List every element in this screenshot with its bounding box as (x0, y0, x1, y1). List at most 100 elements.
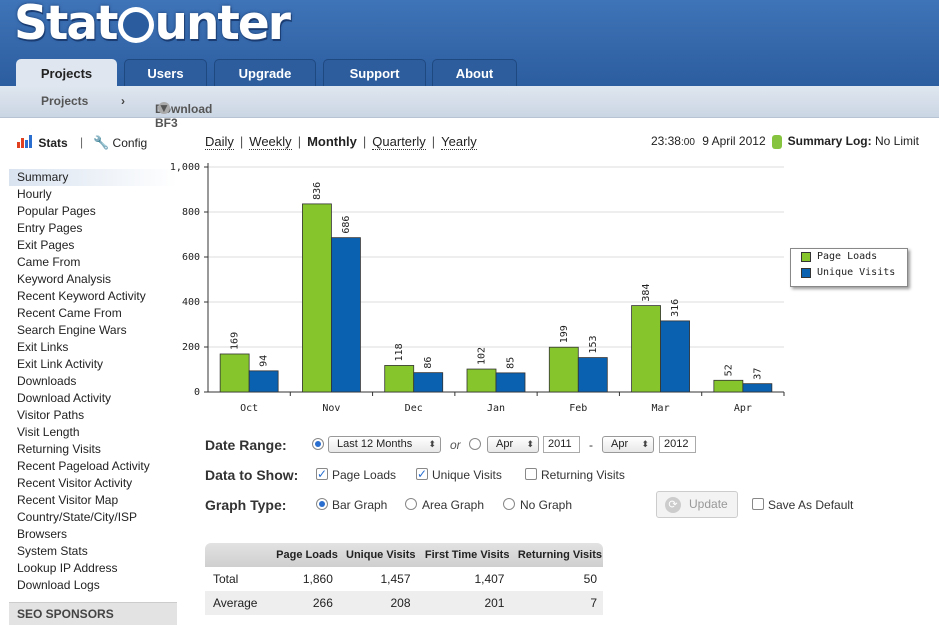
chevron-down-icon[interactable]: ▼ (158, 102, 170, 114)
from-month-select[interactable]: Apr (487, 436, 539, 453)
stats-link[interactable]: Stats (17, 135, 68, 150)
period-weekly[interactable]: Weekly (249, 134, 292, 150)
data-label: 384 (641, 284, 652, 302)
sidebar-item-recent-pageload-activity[interactable]: Recent Pageload Activity (9, 458, 177, 475)
sidebar-item-exit-pages[interactable]: Exit Pages (9, 237, 177, 254)
sidebar-item-entry-pages[interactable]: Entry Pages (9, 220, 177, 237)
period-yearly[interactable]: Yearly (441, 134, 477, 150)
period-monthly[interactable]: Monthly (307, 134, 357, 149)
sidebar-item-summary[interactable]: Summary (9, 169, 177, 186)
sidebar-item-recent-visitor-map[interactable]: Recent Visitor Map (9, 492, 177, 509)
stats-label: Stats (38, 136, 68, 150)
breadcrumb-separator: › (121, 94, 125, 108)
sidebar-item-search-engine-wars[interactable]: Search Engine Wars (9, 322, 177, 339)
summary-log-label: Summary Log: (787, 134, 872, 148)
bar-page-loads (631, 305, 661, 393)
date-range-select[interactable]: Last 12 Months (328, 436, 441, 453)
refresh-icon: ⟳ (665, 497, 681, 513)
sidebar-item-lookup-ip-address[interactable]: Lookup IP Address (9, 560, 177, 577)
to-month-select[interactable]: Apr (602, 436, 654, 453)
returning-visits-option-label: Returning Visits (541, 468, 625, 482)
sidebar-item-exit-link-activity[interactable]: Exit Link Activity (9, 356, 177, 373)
sidebar-item-download-activity[interactable]: Download Activity (9, 390, 177, 407)
from-year-input[interactable]: 2011 (543, 436, 580, 453)
sidebar-item-downloads[interactable]: Downloads (9, 373, 177, 390)
sidebar-item-visitor-paths[interactable]: Visitor Paths (9, 407, 177, 424)
returning-visits-checkbox[interactable] (525, 468, 537, 480)
logo-globe-icon (117, 7, 154, 43)
tab-about[interactable]: About (432, 59, 517, 86)
sidebar-item-hourly[interactable]: Hourly (9, 186, 177, 203)
sidebar-item-download-logs[interactable]: Download Logs (9, 577, 177, 594)
sidebar-item-popular-pages[interactable]: Popular Pages (9, 203, 177, 220)
period-selector: Daily | Weekly | Monthly | Quarterly | Yearly (205, 134, 477, 150)
bar-graph-label: Bar Graph (332, 498, 388, 512)
no-graph-radio[interactable] (503, 498, 515, 510)
sidebar-item-recent-visitor-activity[interactable]: Recent Visitor Activity (9, 475, 177, 492)
page-loads-checkbox[interactable]: ✓ (316, 468, 328, 480)
bar-chart-icon (17, 135, 32, 148)
sidebar-item-keyword-analysis[interactable]: Keyword Analysis (9, 271, 177, 288)
y-tick-label: 0 (194, 387, 200, 398)
save-default-checkbox[interactable] (752, 498, 764, 510)
table-cell: 201 (416, 591, 511, 615)
tab-users[interactable]: Users (124, 59, 207, 86)
sidebar-item-visit-length[interactable]: Visit Length (9, 424, 177, 441)
data-label: 37 (752, 368, 763, 380)
tab-projects[interactable]: Projects (16, 59, 117, 86)
sidebar-item-recent-came-from[interactable]: Recent Came From (9, 305, 177, 322)
date-range-preset-radio[interactable] (312, 438, 324, 450)
sidebar-item-came-from[interactable]: Came From (9, 254, 177, 271)
period-separator: | (297, 134, 302, 149)
period-quarterly[interactable]: Quarterly (372, 134, 426, 150)
graph-type-label: Graph Type: (205, 497, 287, 513)
breadcrumb: Projects › Download BF3 ▼ (0, 86, 939, 130)
table-header-page-loads: Page Loads (271, 543, 339, 567)
y-tick-label: 200 (182, 342, 200, 353)
table-cell: Average (205, 591, 272, 615)
bar-page-loads (466, 368, 497, 393)
current-date: 9 April 2012 (702, 134, 766, 148)
bar-unique-visits (660, 320, 690, 393)
sidebar-item-browsers[interactable]: Browsers (9, 526, 177, 543)
legend-label-unique-visits: Unique Visits (817, 267, 896, 278)
config-link[interactable]: 🔧 Config (93, 135, 147, 151)
summary-table: Page Loads Unique Visits First Time Visits… (205, 543, 603, 615)
date-range-custom-radio[interactable] (469, 438, 481, 450)
sidebar-divider: | (80, 135, 84, 149)
x-tick-label: Dec (405, 403, 423, 414)
current-time: 23:38 (650, 134, 681, 148)
y-tick-label: 600 (182, 252, 200, 263)
sidebar-item-country-state-city-isp[interactable]: Country/State/City/ISP (9, 509, 177, 526)
logo-text-start: Stat (14, 0, 119, 51)
statcounter-logo[interactable]: Stat unter (14, 0, 291, 51)
area-graph-radio[interactable] (405, 498, 417, 510)
table-cell: 266 (271, 591, 339, 615)
table-row: Average 266 208 201 7 (205, 591, 603, 615)
table-header-returning-visits: Returning Visits (510, 543, 603, 567)
tab-upgrade[interactable]: Upgrade (214, 59, 316, 86)
bar-page-loads (302, 203, 332, 393)
period-separator: | (239, 134, 244, 149)
table-header-first-time-visits: First Time Visits (416, 543, 511, 567)
sidebar-item-recent-keyword-activity[interactable]: Recent Keyword Activity (9, 288, 177, 305)
data-label: 86 (423, 357, 434, 369)
bar-page-loads (219, 353, 250, 393)
data-label: 52 (723, 364, 734, 376)
breadcrumb-projects[interactable]: Projects (41, 94, 88, 108)
update-label: Update (689, 497, 728, 511)
table-cell: 208 (338, 591, 417, 615)
sidebar-item-system-stats[interactable]: System Stats (9, 543, 177, 560)
period-daily[interactable]: Daily (205, 134, 234, 150)
y-tick-label: 1,000 (170, 162, 200, 173)
update-button[interactable]: ⟳ Update (656, 491, 738, 518)
bar-page-loads (384, 365, 415, 393)
y-tick-label: 400 (182, 297, 200, 308)
unique-visits-checkbox[interactable]: ✓ (416, 468, 428, 480)
no-graph-label: No Graph (520, 498, 573, 512)
bar-graph-radio[interactable] (316, 498, 328, 510)
tab-support[interactable]: Support (323, 59, 426, 86)
sidebar-item-exit-links[interactable]: Exit Links (9, 339, 177, 356)
to-year-input[interactable]: 2012 (659, 436, 696, 453)
sidebar-item-returning-visits[interactable]: Returning Visits (9, 441, 177, 458)
